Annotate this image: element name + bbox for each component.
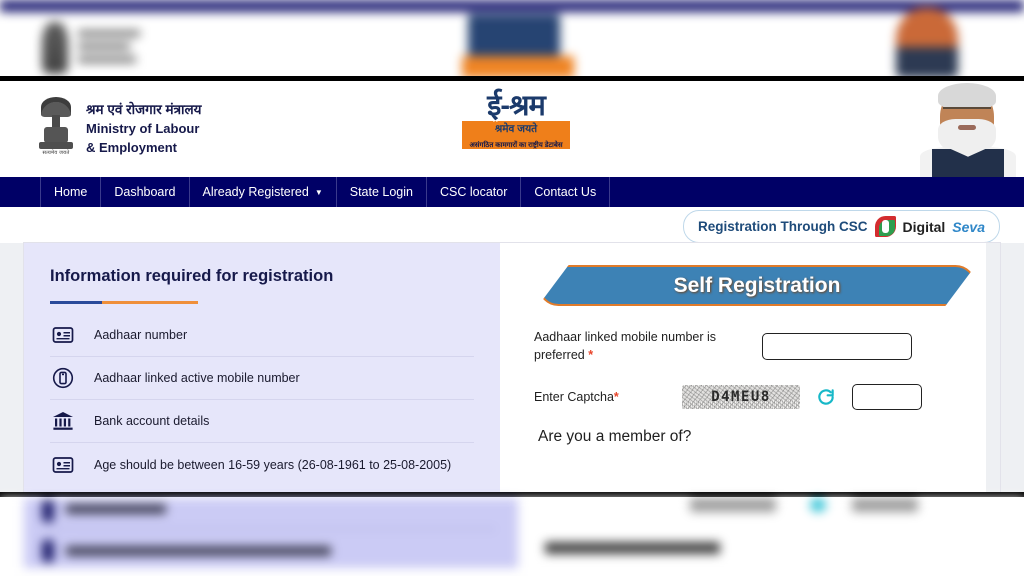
digital-seva-logo-icon (874, 216, 896, 237)
nav-label: Already Registered (202, 185, 309, 199)
artifact-navy-line (0, 0, 1024, 12)
captcha-input[interactable] (852, 384, 922, 411)
main-navigation: Home Dashboard Already Registered ▼ Stat… (0, 177, 1024, 207)
ministry-name-english-line2: & Employment (86, 139, 178, 155)
national-emblem-icon: सत्यमेव जयते (36, 97, 76, 161)
nav-item-contact-us[interactable]: Contact Us (521, 177, 611, 207)
nav-label: Contact Us (534, 185, 597, 199)
content-area: Information required for registration Aa… (0, 243, 1024, 492)
refresh-icon[interactable] (816, 387, 836, 407)
prime-minister-photo (910, 81, 1024, 177)
artifact-ministry-text-ghost (78, 30, 140, 69)
captcha-row: Enter Captcha* D4MEU8 (524, 384, 976, 411)
list-item: Age should be between 16-59 years (26-08… (50, 443, 474, 486)
registration-through-csc-button[interactable]: Registration Through CSC Digital Seva (683, 210, 1000, 243)
ministry-text: श्रम एवं रोजगार मंत्रालय Ministry of Lab… (86, 100, 202, 157)
nav-label: State Login (349, 185, 413, 199)
self-registration-panel: Self Registration Aadhaar linked mobile … (500, 243, 1000, 492)
ministry-name-hindi: श्रम एवं रोजगार मंत्रालय (86, 102, 202, 118)
page-title: Information required for registration (50, 267, 334, 285)
bank-icon (50, 408, 76, 434)
information-panel: Information required for registration Aa… (24, 243, 500, 492)
list-item: Aadhaar number (50, 314, 474, 357)
ministry-branding: सत्यमेव जयते श्रम एवं रोजगार मंत्रालय Mi… (36, 97, 202, 161)
list-item-label: Bank account details (94, 414, 210, 428)
list-item: Bank account details (50, 400, 474, 443)
mobile-number-row: Aadhaar linked mobile number is preferre… (524, 328, 976, 364)
nav-label: Home (54, 185, 88, 199)
captcha-code: D4MEU8 (711, 389, 771, 406)
nav-label: Dashboard (114, 185, 176, 199)
eshram-logo-title: ई-श्रम (487, 90, 546, 122)
emblem-motto: सत्यमेव जयते (42, 150, 70, 156)
csc-banner-row: Registration Through CSC Digital Seva (0, 207, 1024, 243)
nav-item-csc-locator[interactable]: CSC locator (427, 177, 522, 207)
mobile-phone-icon (50, 365, 76, 391)
blurred-header-artifact-top (0, 0, 1024, 78)
list-item-label: Age should be between 16-59 years (26-08… (94, 457, 452, 472)
self-registration-banner: Self Registration (538, 265, 976, 306)
list-item: Aadhaar linked active mobile number (50, 357, 474, 400)
requirements-list: Aadhaar number Aadhaar linked active mob… (50, 314, 474, 486)
page-right-margin (986, 243, 1000, 492)
mobile-label-text: Aadhaar linked mobile number is preferre… (534, 330, 717, 363)
artifact-portrait-ghost (896, 8, 958, 78)
nav-item-home[interactable]: Home (40, 177, 102, 207)
required-asterisk: * (588, 348, 594, 363)
digital-seva-digital-text: Digital (902, 218, 946, 235)
mobile-number-input[interactable] (762, 332, 912, 360)
eshram-logo-subtitle: श्रमेव जयते (494, 123, 538, 136)
nav-item-state-login[interactable]: State Login (337, 177, 427, 207)
artifact-eshram-logo-ghost (462, 14, 574, 78)
captcha-label-text: Enter Captcha (534, 390, 614, 405)
id-card-icon (50, 452, 76, 478)
list-item-label: Aadhaar linked active mobile number (94, 371, 300, 385)
crop-bar-bottom (0, 492, 1024, 497)
nav-label: CSC locator (439, 185, 508, 199)
title-underline (50, 301, 198, 304)
required-asterisk: * (613, 390, 619, 405)
self-registration-title: Self Registration (673, 273, 841, 297)
blurred-content-artifact-bottom (0, 498, 1024, 576)
captcha-label: Enter Captcha* (534, 390, 682, 404)
eshram-logo[interactable]: ई-श्रम श्रमेव जयते असंगठित कामगारों का र… (462, 91, 570, 150)
ministry-name-english-line1: Ministry of Labour (86, 120, 200, 136)
panels-wrapper: Information required for registration Aa… (24, 243, 1000, 492)
nav-item-dashboard[interactable]: Dashboard (101, 177, 190, 207)
member-question: Are you a member of? (538, 428, 692, 446)
csc-label: Registration Through CSC (698, 219, 868, 234)
eshram-logo-tagline: असंगठित कामगारों का राष्ट्रीय डेटाबेस (469, 142, 563, 150)
screen: सत्यमेव जयते श्रम एवं रोजगार मंत्रालय Mi… (0, 0, 1024, 576)
mobile-number-label: Aadhaar linked mobile number is preferre… (534, 328, 762, 364)
digital-seva-seva-text: Seva (952, 218, 985, 235)
artifact-emblem-ghost (42, 22, 68, 74)
chevron-down-icon: ▼ (314, 187, 323, 197)
page-viewport: सत्यमेव जयते श्रम एवं रोजगार मंत्रालय Mi… (0, 81, 1024, 492)
site-header: सत्यमेव जयते श्रम एवं रोजगार मंत्रालय Mi… (0, 81, 1024, 177)
captcha-image: D4MEU8 (682, 385, 800, 410)
id-card-icon (50, 322, 76, 348)
nav-item-already-registered[interactable]: Already Registered ▼ (190, 177, 337, 207)
list-item-label: Aadhaar number (94, 328, 188, 342)
